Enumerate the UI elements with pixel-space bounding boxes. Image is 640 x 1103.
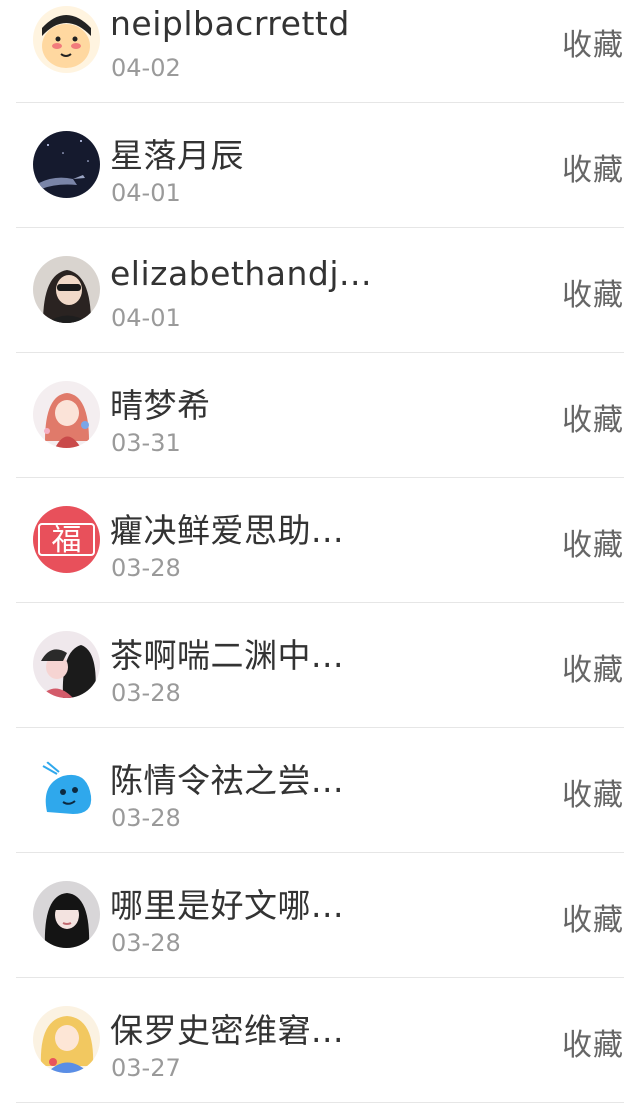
favorites-list: neiplbacrrettd 04-02 收藏 星落月辰 04-01 收藏 el… xyxy=(0,0,640,1103)
list-item[interactable]: 哪里是好文哪... 03-28 收藏 xyxy=(16,853,624,978)
night-sky-avatar[interactable] xyxy=(33,131,100,198)
list-item[interactable]: 晴梦希 03-31 收藏 xyxy=(16,353,624,478)
anime-couple-icon xyxy=(33,631,100,698)
cartoon-face-icon xyxy=(33,6,100,73)
woman-selfie-avatar[interactable] xyxy=(33,256,100,323)
anime-couple-avatar[interactable] xyxy=(33,631,100,698)
list-item[interactable]: 星落月辰 04-01 收藏 xyxy=(16,103,624,228)
favorite-button[interactable]: 收藏 xyxy=(562,395,624,439)
item-name[interactable]: 星落月辰 xyxy=(110,129,244,177)
fu-character-text: 福 xyxy=(52,523,82,558)
dark-hair-girl-icon xyxy=(33,881,100,948)
item-date: 04-02 xyxy=(111,54,181,82)
fu-character-icon: 福 xyxy=(33,506,100,573)
item-name[interactable]: 保罗史密维窘... xyxy=(110,1004,344,1052)
cartoon-face-avatar[interactable] xyxy=(33,6,100,73)
anime-girl-avatar[interactable] xyxy=(33,381,100,448)
favorite-button[interactable]: 收藏 xyxy=(562,145,624,189)
item-date: 03-28 xyxy=(111,554,181,582)
item-date: 03-27 xyxy=(111,1054,181,1082)
item-name[interactable]: 哪里是好文哪... xyxy=(110,879,344,927)
item-date: 03-31 xyxy=(111,429,181,457)
item-name[interactable]: elizabethandj... xyxy=(110,254,372,293)
list-item[interactable]: elizabethandj... 04-01 收藏 xyxy=(16,228,624,353)
list-item[interactable]: 保罗史密维窘... 03-27 收藏 xyxy=(16,978,624,1103)
favorite-button[interactable]: 收藏 xyxy=(562,1020,624,1064)
item-date: 03-28 xyxy=(111,929,181,957)
blue-cartoon-avatar[interactable] xyxy=(33,756,100,823)
list-item[interactable]: 陈情令祛之尝... 03-28 收藏 xyxy=(16,728,624,853)
night-sky-icon xyxy=(33,131,100,198)
list-item[interactable]: 福 癯决鲜爱思助... 03-28 收藏 xyxy=(16,478,624,603)
list-item[interactable]: 茶啊喘二渊中... 03-28 收藏 xyxy=(16,603,624,728)
anime-girl-icon xyxy=(33,381,100,448)
item-name[interactable]: neiplbacrrettd xyxy=(110,4,350,43)
woman-selfie-icon xyxy=(33,256,100,323)
favorite-button[interactable]: 收藏 xyxy=(562,895,624,939)
blonde-anime-avatar[interactable] xyxy=(33,1006,100,1073)
item-name[interactable]: 癯决鲜爱思助... xyxy=(110,504,344,552)
item-date: 04-01 xyxy=(111,304,181,332)
list-item[interactable]: neiplbacrrettd 04-02 收藏 xyxy=(16,0,624,103)
favorite-button[interactable]: 收藏 xyxy=(562,520,624,564)
dark-hair-girl-avatar[interactable] xyxy=(33,881,100,948)
item-name[interactable]: 晴梦希 xyxy=(110,379,211,427)
favorite-button[interactable]: 收藏 xyxy=(562,770,624,814)
blonde-anime-icon xyxy=(33,1006,100,1073)
item-name[interactable]: 茶啊喘二渊中... xyxy=(110,629,344,677)
favorite-button[interactable]: 收藏 xyxy=(562,20,624,64)
favorite-button[interactable]: 收藏 xyxy=(562,645,624,689)
blue-cartoon-icon xyxy=(33,756,100,823)
item-date: 04-01 xyxy=(111,179,181,207)
favorite-button[interactable]: 收藏 xyxy=(562,270,624,314)
fu-character-avatar[interactable]: 福 xyxy=(33,506,100,573)
item-name[interactable]: 陈情令祛之尝... xyxy=(110,754,344,802)
item-date: 03-28 xyxy=(111,679,181,707)
item-date: 03-28 xyxy=(111,804,181,832)
